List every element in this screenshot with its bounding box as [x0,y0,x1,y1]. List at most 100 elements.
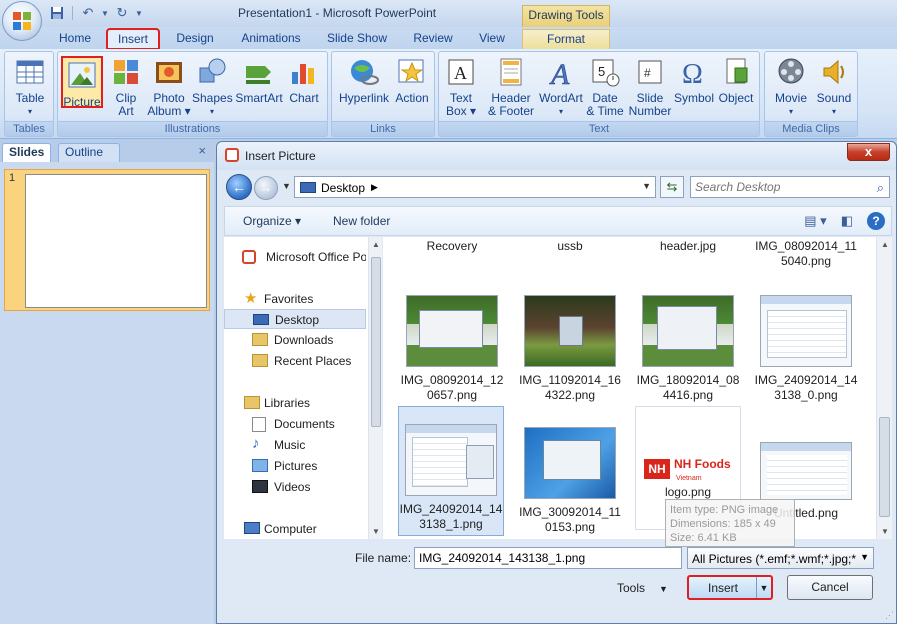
refresh-button[interactable]: ⇆ [660,176,684,198]
navigation-bar: ← → ▼ Desktop ▶ ▼ ⇆ ⌕ [224,174,892,202]
save-icon[interactable] [48,4,66,22]
search-input[interactable] [695,178,865,196]
address-dropdown-icon[interactable]: ▼ [642,181,651,191]
address-bar[interactable]: Desktop ▶ ▼ [294,176,656,198]
file-item[interactable]: IMG_11092014_16 4322.png [517,295,623,403]
sound-button[interactable]: Sound ▾ [813,56,855,118]
search-box[interactable]: ⌕ [690,176,890,198]
file-item[interactable]: IMG_24092014_14 3138_0.png [753,295,859,403]
cancel-button[interactable]: Cancel [787,575,873,600]
tab-review[interactable]: Review [404,29,462,49]
text-box-label-2: Box ▾ [445,104,477,118]
tab-insert[interactable]: Insert [106,28,160,50]
file-item[interactable]: Recovery [399,239,505,254]
tools-dropdown-icon[interactable]: ▼ [659,584,668,594]
nav-scroll-thumb[interactable] [371,257,381,427]
nav-item-music[interactable]: ♪ Music [224,435,366,455]
file-item[interactable]: IMG_18092014_08 4416.png [635,295,741,403]
smartart-button[interactable]: SmartArt [234,56,284,105]
hyperlink-button[interactable]: Hyperlink [336,56,392,105]
recent-pages-dropdown-icon[interactable]: ▼ [282,181,291,191]
file-type-dropdown-icon[interactable]: ▼ [860,552,869,562]
nav-item-microsoft-office[interactable]: Microsoft Office Po [224,247,366,267]
back-button[interactable]: ← [226,174,252,200]
clip-art-button[interactable]: Clip Art [108,56,144,118]
nav-pane-scrollbar[interactable]: ▲ ▼ [368,237,382,539]
file-item[interactable]: IMG_30092014_11 0153.png [517,427,623,535]
office-button[interactable] [2,1,42,41]
forward-button[interactable]: → [254,176,278,200]
nav-item-desktop[interactable]: Desktop [224,309,366,329]
tools-menu[interactable]: Tools ▼ [617,581,668,595]
insert-button[interactable]: Insert ▼ [687,575,773,600]
header-footer-button[interactable]: Header & Footer [483,56,539,118]
file-list-scrollbar[interactable]: ▲ ▼ [876,237,892,539]
tab-design[interactable]: Design [166,29,224,49]
tab-slides[interactable]: Slides [2,143,52,162]
file-type-select[interactable]: All Pictures (*.emf;*.wmf;*.jpg;* ▼ [687,547,874,569]
scroll-up-icon[interactable]: ▲ [372,240,380,249]
redo-icon[interactable]: ↻ [113,4,131,22]
slide-thumbnail-selected[interactable]: 1 [4,169,210,311]
scroll-down-icon[interactable]: ▼ [881,527,889,536]
table-button[interactable]: Table ▾ [11,56,49,118]
nav-item-recent-places[interactable]: Recent Places [224,351,366,371]
chart-button[interactable]: Chart [286,56,322,105]
dialog-close-button[interactable]: x [847,143,890,161]
file-item[interactable]: ussb [517,239,623,254]
tab-animations[interactable]: Animations [232,29,310,49]
shapes-button[interactable]: Shapes ▾ [192,56,233,118]
action-icon [396,56,428,88]
file-name-input[interactable] [414,547,682,569]
tab-outline[interactable]: Outline [58,143,120,162]
new-folder-button[interactable]: New folder [333,214,390,228]
symbol-button[interactable]: Ω Symbol [673,56,715,105]
tab-view[interactable]: View [470,29,514,49]
file-item[interactable]: IMG_08092014_11 5040.png [753,239,859,269]
photo-album-button[interactable]: Photo Album ▾ [146,56,192,118]
picture-button[interactable]: Picture [61,56,103,109]
date-time-button[interactable]: 5 Date & Time [585,56,625,118]
nav-item-downloads[interactable]: Downloads [224,330,366,350]
action-button[interactable]: Action [392,56,432,105]
group-media-clips: Movie ▾ Sound ▾ Media Clips [764,51,858,137]
svg-text:5: 5 [598,64,605,79]
slide-number-button[interactable]: # Slide Number [627,56,673,118]
tab-home[interactable]: Home [50,29,100,49]
tab-format[interactable]: Format [522,29,610,49]
nav-item-videos[interactable]: Videos [224,477,366,497]
text-box-button[interactable]: A Text Box ▾ [441,56,481,118]
breadcrumb-arrow-icon[interactable]: ▶ [371,182,378,193]
nav-item-documents[interactable]: Documents [224,414,366,434]
object-button[interactable]: Object [715,56,757,105]
undo-icon[interactable]: ↶ [79,4,97,22]
file-item-selected[interactable]: IMG_24092014_14 3138_1.png [398,406,504,536]
change-view-icon[interactable]: ▤ ▾ [804,213,826,229]
libraries-icon [244,396,260,409]
scroll-down-icon[interactable]: ▼ [372,527,380,536]
organize-menu[interactable]: Organize ▾ [243,214,301,228]
customize-qat-icon[interactable]: ▼ [135,4,143,22]
nav-item-pictures[interactable]: Pictures [224,456,366,476]
file-item[interactable]: header.jpg [635,239,741,254]
preview-pane-icon[interactable]: ◧ [841,213,853,229]
insert-dropdown-icon[interactable]: ▼ [756,577,771,598]
undo-dropdown-icon[interactable]: ▼ [101,4,109,22]
search-icon[interactable]: ⌕ [877,180,884,196]
file-item[interactable]: IMG_08092014_12 0657.png [399,295,505,403]
nav-item-computer[interactable]: Computer [224,519,366,539]
tab-slide-show[interactable]: Slide Show [318,29,396,49]
group-text: A Text Box ▾ Header & Footer A WordArt ▾… [438,51,760,137]
resize-grip-icon[interactable]: ⋰ [885,610,894,621]
close-icon[interactable]: × [198,143,206,158]
file-scroll-thumb[interactable] [879,417,890,517]
header-footer-icon [495,56,527,88]
documents-icon [252,417,266,432]
slide-thumbnail[interactable] [25,174,207,308]
movie-button[interactable]: Movie ▾ [769,56,813,118]
nav-item-favorites[interactable]: ★ Favorites [224,289,366,309]
wordart-button[interactable]: A WordArt ▾ [537,56,585,118]
nav-item-libraries[interactable]: Libraries [224,393,366,413]
help-icon[interactable]: ? [867,212,885,230]
scroll-up-icon[interactable]: ▲ [881,240,889,249]
